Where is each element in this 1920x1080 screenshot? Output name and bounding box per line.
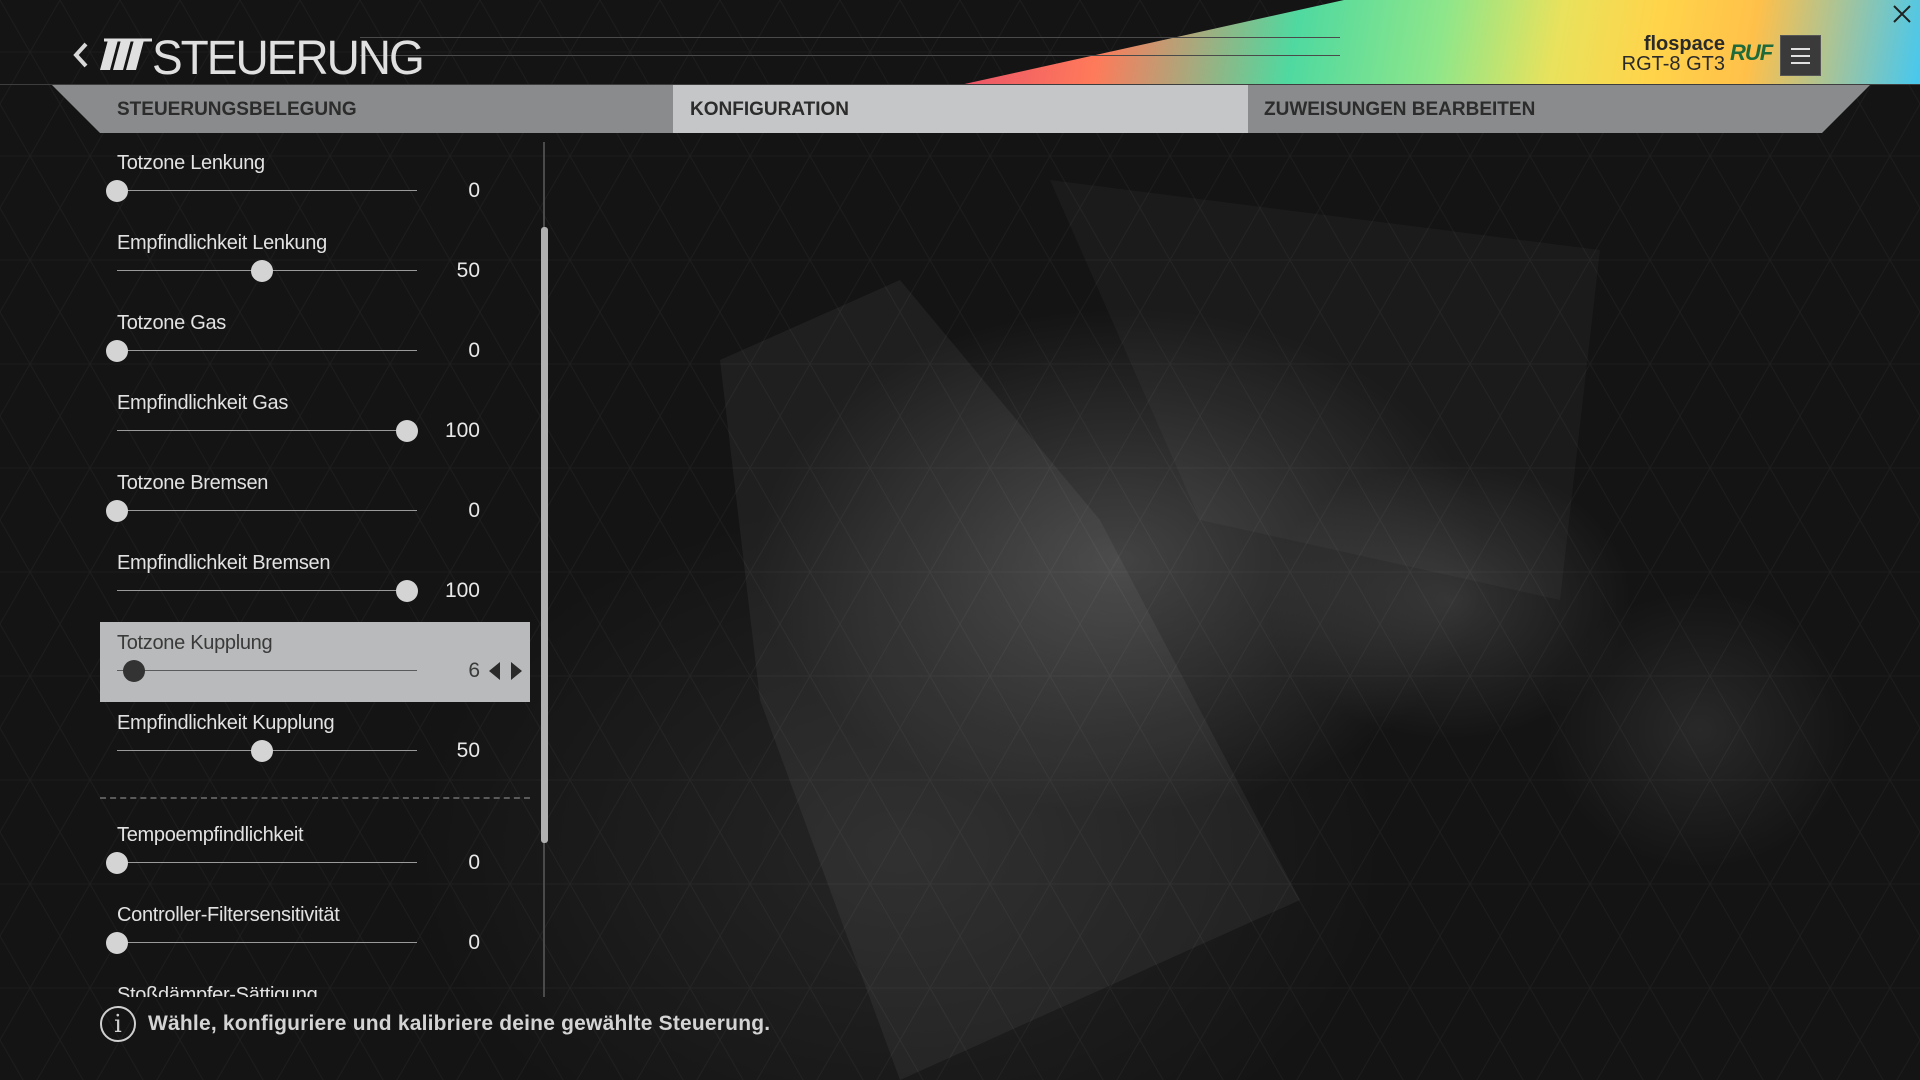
setting-row-controller-filtersensitivitaet[interactable]: Controller-Filtersensitivität 0	[100, 894, 530, 974]
game-logo-icon	[100, 38, 152, 70]
setting-row-empfindlichkeit-bremsen[interactable]: Empfindlichkeit Bremsen 100	[100, 542, 530, 622]
slider-track[interactable]	[117, 862, 417, 863]
brand-logo: RUF	[1730, 40, 1773, 65]
setting-label: Totzone Gas	[117, 312, 226, 334]
slider-knob[interactable]	[106, 932, 128, 954]
user-name: flospace	[1643, 33, 1725, 55]
tab-steuerungsbelegung[interactable]: STEUERUNGSBELEGUNG	[117, 85, 357, 133]
slider-knob[interactable]	[251, 260, 273, 282]
menu-button[interactable]	[1780, 35, 1821, 76]
slider-track[interactable]	[117, 590, 417, 591]
slider-knob[interactable]	[396, 420, 418, 442]
setting-label: Tempoempfindlichkeit	[117, 824, 304, 846]
slider-track[interactable]	[117, 670, 417, 671]
slider-track[interactable]	[117, 430, 417, 431]
info-icon: i	[100, 1006, 136, 1042]
scrollbar-thumb[interactable]	[541, 227, 548, 843]
slider-track[interactable]	[117, 510, 417, 511]
setting-label: Stoßdämpfer-Sättigung	[117, 984, 318, 997]
slider-track[interactable]	[117, 942, 417, 943]
close-button[interactable]	[1890, 2, 1914, 30]
setting-label: Controller-Filtersensitivität	[117, 904, 340, 926]
setting-value: 0	[468, 339, 480, 362]
info-text: Wähle, konfiguriere und kalibriere deine…	[148, 1012, 771, 1035]
setting-label: Empfindlichkeit Kupplung	[117, 712, 335, 734]
slider-track[interactable]	[117, 190, 417, 191]
setting-row-empfindlichkeit-kupplung[interactable]: Empfindlichkeit Kupplung 50	[100, 702, 530, 782]
increase-arrow-icon[interactable]	[511, 662, 522, 680]
setting-label: Totzone Bremsen	[117, 472, 269, 494]
setting-value: 100	[444, 579, 480, 602]
setting-value: 0	[468, 851, 480, 874]
car-name: RGT-8 GT3	[1621, 53, 1725, 75]
page-title: STEUERUNG	[152, 29, 425, 85]
decrease-arrow-icon[interactable]	[489, 662, 500, 680]
slider-knob[interactable]	[106, 340, 128, 362]
setting-label: Empfindlichkeit Bremsen	[117, 552, 331, 574]
tab-konfiguration[interactable]: KONFIGURATION	[673, 85, 1248, 133]
header-rainbow-banner	[960, 0, 1920, 85]
chevron-left-icon	[73, 42, 88, 68]
setting-row-empfindlichkeit-lenkung[interactable]: Empfindlichkeit Lenkung 50	[100, 222, 530, 302]
setting-row-totzone-kupplung[interactable]: Totzone Kupplung 6	[100, 622, 530, 702]
setting-row-tempoempfindlichkeit[interactable]: Tempoempfindlichkeit 0	[100, 814, 530, 894]
close-icon	[1893, 5, 1911, 23]
hamburger-menu-icon-bar	[1791, 62, 1810, 64]
settings-list[interactable]: Totzone Lenkung 0 Empfindlichkeit Lenkun…	[100, 142, 530, 997]
setting-row-totzone-bremsen[interactable]: Totzone Bremsen 0	[100, 462, 530, 542]
setting-row-totzone-gas[interactable]: Totzone Gas 0	[100, 302, 530, 382]
header-rule	[360, 55, 1340, 56]
setting-row-stossdaempfer-saettigung[interactable]: Stoßdämpfer-Sättigung	[100, 974, 530, 997]
setting-label: Empfindlichkeit Gas	[117, 392, 289, 414]
slider-knob[interactable]	[106, 852, 128, 874]
header-rule	[360, 37, 1340, 38]
slider-track[interactable]	[117, 350, 417, 351]
back-button[interactable]	[68, 38, 94, 72]
setting-value: 0	[468, 499, 480, 522]
setting-value: 0	[468, 931, 480, 954]
user-profile: flospace RGT-8 GT3	[1622, 34, 1725, 74]
slider-knob[interactable]	[123, 660, 146, 682]
setting-value: 100	[444, 419, 480, 442]
section-divider	[100, 797, 530, 799]
setting-value: 6	[468, 659, 480, 682]
slider-knob[interactable]	[396, 580, 418, 602]
slider-knob[interactable]	[251, 740, 273, 762]
hamburger-menu-icon	[1791, 48, 1810, 50]
setting-label: Empfindlichkeit Lenkung	[117, 232, 327, 254]
setting-label: Totzone Lenkung	[117, 152, 265, 174]
setting-label: Totzone Kupplung	[117, 632, 273, 654]
setting-value: 50	[456, 259, 480, 282]
setting-row-totzone-lenkung[interactable]: Totzone Lenkung 0	[100, 142, 530, 222]
tab-zuweisungen-bearbeiten[interactable]: ZUWEISUNGEN BEARBEITEN	[1264, 85, 1535, 133]
setting-row-empfindlichkeit-gas[interactable]: Empfindlichkeit Gas 100	[100, 382, 530, 462]
hamburger-menu-icon-bar	[1791, 55, 1810, 57]
setting-value: 50	[456, 739, 480, 762]
slider-knob[interactable]	[106, 500, 128, 522]
setting-value: 0	[468, 179, 480, 202]
slider-knob[interactable]	[106, 180, 128, 202]
